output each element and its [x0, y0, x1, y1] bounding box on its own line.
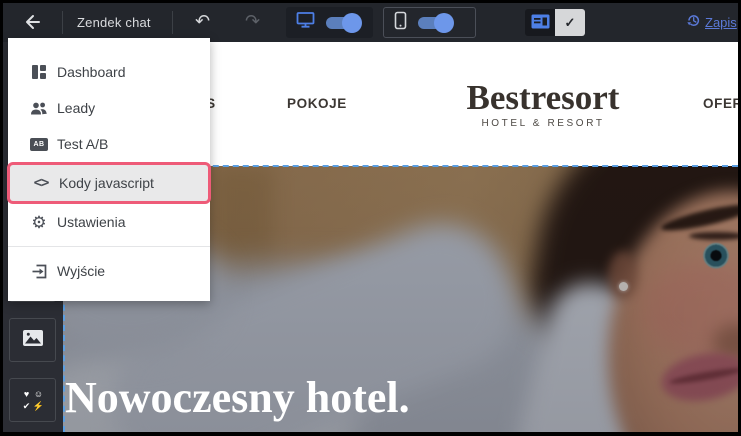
heart-icon: ♥ [21, 388, 33, 400]
menu-divider [8, 246, 210, 247]
menu-item-kody-javascript[interactable]: <> Kody javascript [10, 165, 208, 201]
mobile-phone-icon [394, 11, 407, 35]
menu-item-dashboard[interactable]: Dashboard [8, 54, 210, 90]
menu-item-label: Ustawienia [57, 214, 125, 230]
checklist-view-button[interactable]: ✓ [555, 9, 585, 36]
lightning-icon: ⚡ [33, 400, 45, 412]
nav-item-pokoje[interactable]: POKOJE [287, 96, 347, 111]
code-icon: <> [32, 175, 50, 191]
menu-item-label: Kody javascript [59, 175, 154, 191]
check-circle-icon: ✔ [21, 400, 33, 412]
check-icon: ✓ [565, 15, 576, 31]
smiley-icon: ☺ [33, 388, 45, 400]
ab-test-icon: AB [30, 138, 48, 151]
save-label: Zapis [705, 15, 737, 30]
layout-view-button[interactable] [525, 9, 555, 36]
view-mode-switch: ✓ [525, 9, 585, 36]
menu-item-label: Dashboard [57, 64, 126, 80]
hero-title[interactable]: Nowoczesny hotel. [65, 376, 410, 420]
desktop-monitor-icon [296, 11, 315, 34]
app-window: Zendek chat ↶ ↷ ✓ [0, 0, 741, 436]
icons-widget-button[interactable]: ♥ ☺ ✔ ⚡ [9, 378, 56, 422]
save-history-link[interactable]: Zapis [686, 13, 737, 31]
dashboard-icon [30, 64, 48, 80]
menu-item-label: Test A/B [57, 136, 108, 152]
mobile-toggle[interactable] [418, 17, 452, 29]
menu-item-leady[interactable]: Leady [8, 90, 210, 126]
history-clock-icon [686, 13, 701, 31]
layout-view-icon [531, 14, 550, 32]
image-icon [22, 329, 44, 352]
toolbar-divider [172, 11, 173, 34]
logo-text: Bestresort [467, 80, 620, 116]
toggle-knob [434, 13, 454, 33]
menu-item-wyjscie[interactable]: Wyjście [8, 253, 210, 289]
logo-tagline: HOTEL & RESORT [467, 118, 620, 129]
redo-icon[interactable]: ↷ [245, 12, 260, 30]
main-dropdown-menu: Dashboard Leady AB Test A/B <> Kody java… [8, 38, 210, 301]
undo-icon[interactable]: ↶ [195, 12, 210, 30]
toggle-knob [342, 13, 362, 33]
code-glyph-text: <> [34, 175, 49, 191]
site-logo[interactable]: Bestresort HOTEL & RESORT [467, 80, 620, 129]
menu-item-label: Leady [57, 100, 95, 116]
icons-set-icon: ♥ ☺ ✔ ⚡ [21, 388, 45, 412]
menu-item-label: Wyjście [57, 263, 105, 279]
logout-icon [30, 263, 48, 280]
editor-toolbar: Zendek chat ↶ ↷ ✓ [3, 3, 738, 42]
toolbar-divider [62, 11, 63, 34]
menu-item-ustawienia[interactable]: ⚙ Ustawienia [8, 204, 210, 240]
gear-glyph-text: ⚙ [31, 214, 46, 231]
desktop-preview-group [286, 7, 373, 38]
ab-badge-text: AB [30, 138, 47, 151]
app-title: Zendek chat [77, 15, 151, 30]
desktop-toggle[interactable] [326, 17, 360, 29]
image-widget-button[interactable] [9, 318, 56, 362]
menu-item-test-ab[interactable]: AB Test A/B [8, 126, 210, 162]
arrow-left-icon [21, 20, 43, 37]
mobile-preview-group [383, 7, 476, 38]
nav-item-oferta[interactable]: OFERTA [703, 96, 738, 111]
people-icon [30, 101, 48, 116]
gear-icon: ⚙ [30, 214, 48, 231]
back-button[interactable] [21, 11, 43, 38]
